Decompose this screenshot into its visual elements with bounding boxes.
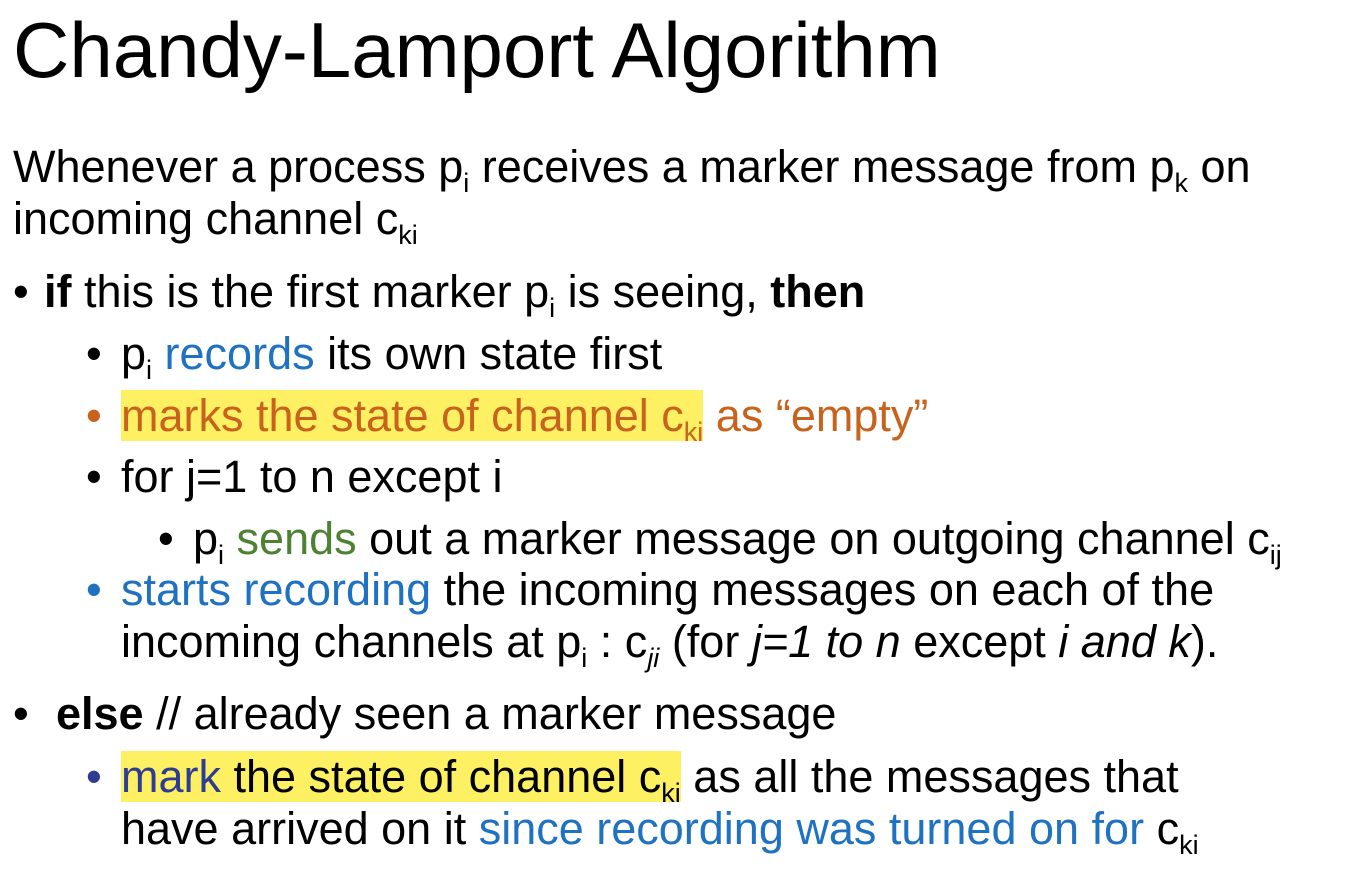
intro-text: Whenever a process p [13,141,464,192]
sends-text: out a marker message on outgoing channel… [356,513,1270,564]
since-recording-words: since recording was turned on for [478,803,1145,854]
marks-empty-line: marks the state of channel cki as “empty… [121,390,929,447]
records-text: its own state first [314,328,663,379]
intro-text: incoming channel c [13,193,399,244]
bullet: • [86,328,102,379]
records-word: records [164,328,315,379]
keyword-else: else [56,688,144,739]
process-var: p [121,328,147,379]
if-text: is seeing, [555,266,771,317]
highlighted-text: mark the state of channel cki [121,751,681,808]
if-line: if this is the first marker pi is seeing… [44,266,866,322]
subscript: ji [647,643,660,673]
bullet: • [86,390,102,441]
bullet: • [13,688,29,739]
highlighted-text: marks the state of channel cki [121,390,704,447]
bullet: • [86,451,102,502]
bullet: • [158,513,174,564]
intro-line-2: incoming channel cki [13,193,418,249]
subscript: k [1174,168,1188,198]
for-loop-line: for j=1 to n except i [121,451,503,502]
records-line: pi records its own state first [121,328,663,384]
mark-word: mark [121,751,221,802]
starts-line-2: incoming channels at pi : cji (for j=1 t… [121,616,1219,673]
subscript: ki [1179,830,1199,860]
intro-text: on [1187,141,1251,192]
subscript: ij [1269,540,1282,570]
subscript: ki [683,417,704,447]
bullet: • [86,751,102,802]
intro-text: receives a marker message from p [469,141,1175,192]
keyword-if: if [44,266,72,317]
starts-recording-words: starts recording [121,564,432,615]
if-text: this is the first marker p [71,266,550,317]
sends-line: pi sends out a marker message on outgoin… [193,513,1282,569]
intro-line-1: Whenever a process pi receives a marker … [13,141,1251,197]
keyword-then: then [770,266,866,317]
starts-text: the incoming messages on each of the [431,564,1215,615]
page-title: Chandy-Lamport Algorithm [13,6,941,94]
bullet: • [13,266,29,317]
starts-line-1: starts recording the incoming messages o… [121,564,1214,616]
sends-word: sends [236,513,357,564]
subscript: ki [398,220,418,250]
else-text: // already seen a marker message [143,688,837,739]
mark-line-1: mark the state of channel cki as all the… [121,751,1179,808]
bullet: • [86,564,102,615]
process-var: p [193,513,219,564]
mark-line-2: have arrived on it since recording was t… [121,803,1199,860]
else-line: else // already seen a marker message [56,688,836,740]
marks-rest-text: as “empty” [703,390,929,441]
